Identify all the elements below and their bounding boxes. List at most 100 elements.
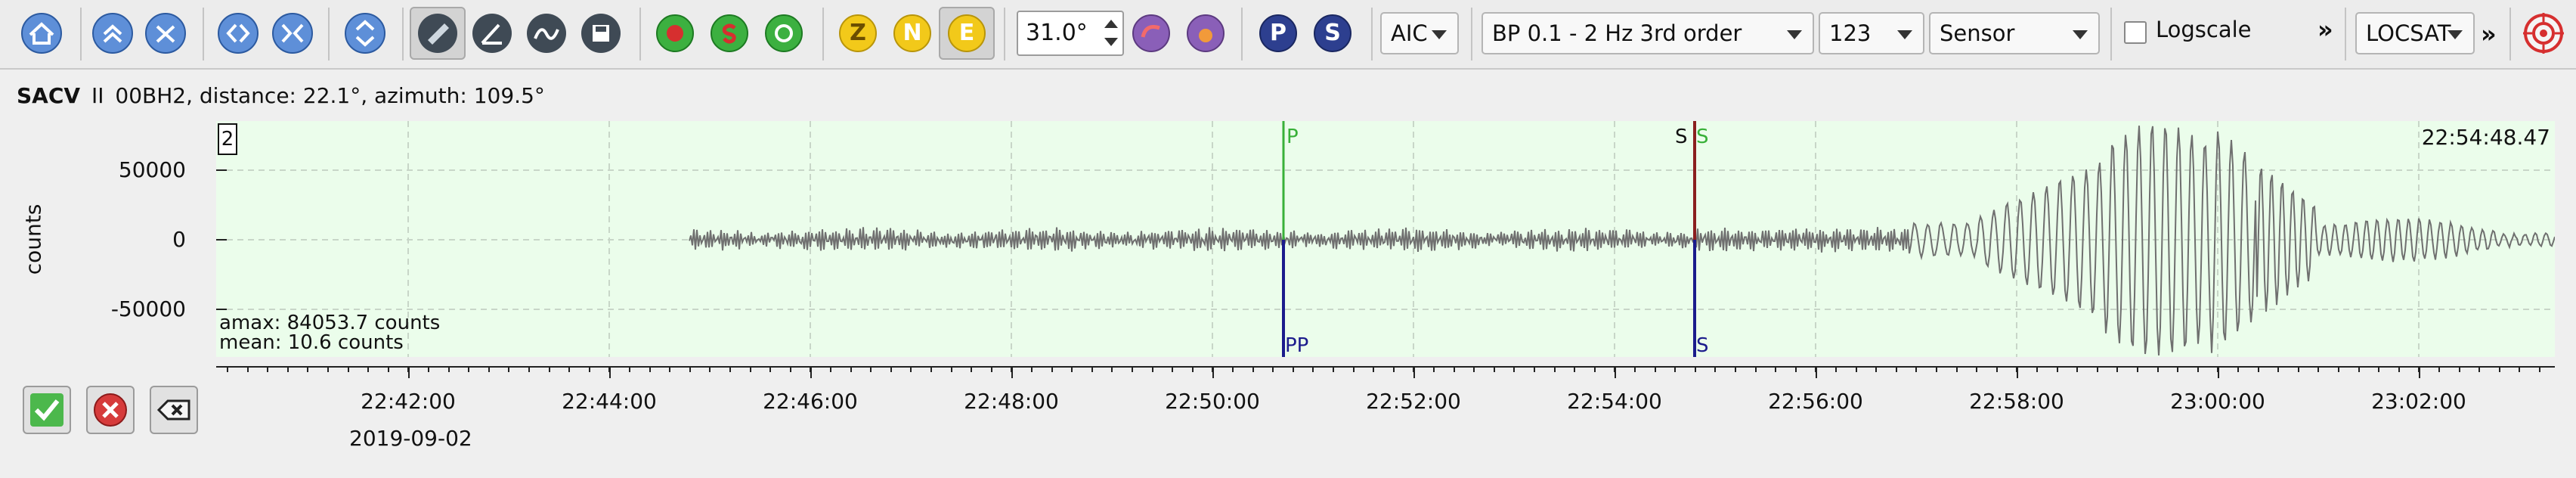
component-z-button[interactable]: Z (834, 10, 881, 57)
spin-up-icon[interactable] (1104, 20, 1118, 28)
x-major-tick (1011, 366, 1013, 378)
toolbar-separator (328, 8, 330, 61)
toolbar-separator (402, 8, 404, 61)
zoom-vertical-button[interactable] (342, 10, 389, 57)
x-minor-tick (669, 366, 670, 372)
method-select[interactable]: AIC (1380, 12, 1459, 54)
x-minor-tick (1996, 366, 1998, 372)
s-pick-label[interactable]: S (1696, 126, 1709, 148)
toolbar-separator (1371, 8, 1373, 61)
expand-horizontal-icon (272, 13, 313, 54)
x-minor-tick (2317, 366, 2319, 372)
x-minor-tick (1735, 366, 1736, 372)
component-n-button[interactable]: N (889, 10, 936, 57)
component-e-button[interactable]: E (939, 7, 995, 60)
x-tick-label: 22:42:00 (361, 389, 456, 414)
x-tick-label: 23:02:00 (2371, 389, 2466, 414)
target-button[interactable] (2520, 10, 2567, 57)
x-minor-tick (2116, 366, 2118, 372)
x-minor-tick (2298, 366, 2299, 372)
x-minor-tick (1755, 366, 1757, 372)
seismogram-plot[interactable] (216, 121, 2555, 357)
pick-s-button[interactable]: S (1309, 10, 1356, 57)
toolbar-separator (2345, 8, 2346, 61)
scroll-up-button[interactable] (89, 10, 136, 57)
chevron-down-icon (2448, 30, 2463, 39)
x-minor-tick (1353, 366, 1355, 372)
x-minor-tick (729, 366, 731, 372)
up-arrows-icon (92, 13, 133, 54)
x-minor-tick (769, 366, 771, 372)
x-minor-tick (307, 366, 308, 372)
x-minor-tick (750, 366, 751, 372)
theoretical-p-label: PP (1285, 334, 1309, 357)
unit-select[interactable]: Sensor (1929, 12, 2100, 54)
p-pick-label[interactable]: P (1286, 126, 1299, 148)
measure-angle-button[interactable] (469, 10, 516, 57)
x-minor-tick (1634, 366, 1636, 372)
clear-button[interactable] (150, 386, 198, 434)
toolbar-overflow-button[interactable]: » (2317, 15, 2333, 44)
toolbar-separator (203, 8, 204, 61)
rotate-button[interactable] (1128, 10, 1175, 57)
scroll-left-button[interactable] (215, 10, 262, 57)
x-minor-tick (388, 366, 389, 372)
rotation-angle-spinbox[interactable]: 31.0° (1017, 11, 1124, 56)
close-icon (94, 393, 127, 427)
spin-down-icon[interactable] (1104, 38, 1118, 46)
x-minor-tick (790, 366, 791, 372)
save-trace-button[interactable] (577, 10, 624, 57)
x-minor-tick (1554, 366, 1556, 372)
locator-select[interactable]: LOCSAT (2355, 12, 2475, 54)
green-s-pick-icon (711, 14, 748, 52)
scroll-down-button[interactable] (142, 10, 189, 57)
pick-p-automatic-button[interactable] (652, 10, 698, 57)
align-button[interactable] (410, 7, 466, 60)
pick-p-button[interactable]: P (1255, 10, 1302, 57)
reject-button[interactable] (86, 386, 135, 434)
x-major-tick (408, 366, 410, 378)
toolbar-separator (2509, 8, 2511, 61)
filter-select[interactable]: BP 0.1 - 2 Hz 3rd order (1482, 12, 1814, 54)
home-icon (21, 13, 62, 54)
toolbar-separator (1241, 8, 1243, 61)
y-tick-label: 0 (172, 227, 186, 252)
x-major-tick (1615, 366, 1616, 378)
filter-select-value: BP 0.1 - 2 Hz 3rd order (1492, 20, 1742, 46)
x-minor-tick (850, 366, 852, 372)
chevron-down-icon (1432, 30, 1447, 39)
x-minor-tick (1031, 366, 1033, 372)
x-minor-tick (1695, 366, 1696, 372)
y-tick-label: -50000 (110, 296, 186, 321)
x-major-tick (810, 366, 812, 378)
scroll-right-button[interactable] (269, 10, 316, 57)
x-major-tick (1413, 366, 1415, 378)
x-minor-tick (2459, 366, 2460, 372)
relocate-button[interactable] (760, 10, 807, 57)
x-minor-tick (1956, 366, 1958, 372)
x-minor-tick (1936, 366, 1937, 372)
unrotate-button[interactable] (1182, 10, 1229, 57)
x-minor-tick (528, 366, 530, 372)
x-minor-tick (971, 366, 972, 372)
x-minor-tick (1232, 366, 1234, 372)
x-major-tick (1816, 366, 1817, 378)
x-minor-tick (689, 366, 691, 372)
y-axis-label: counts (20, 203, 46, 275)
components-select[interactable]: 123 (1819, 12, 1924, 54)
x-minor-tick (568, 366, 570, 372)
x-minor-tick (2177, 366, 2178, 372)
x-minor-tick (2036, 366, 2038, 372)
x-minor-tick (2499, 366, 2500, 372)
pick-s-automatic-button[interactable] (706, 10, 753, 57)
toolbar-overflow-button-2[interactable]: » (2481, 20, 2497, 48)
seismogram-canvas (216, 121, 2555, 357)
spectrum-button[interactable] (523, 10, 570, 57)
home-button[interactable] (18, 10, 65, 57)
accept-button[interactable] (23, 386, 71, 434)
x-minor-tick (1252, 366, 1254, 372)
x-minor-tick (247, 366, 249, 372)
x-minor-tick (1393, 366, 1395, 372)
logscale-checkbox[interactable] (2124, 21, 2147, 44)
target-icon (2523, 13, 2564, 54)
